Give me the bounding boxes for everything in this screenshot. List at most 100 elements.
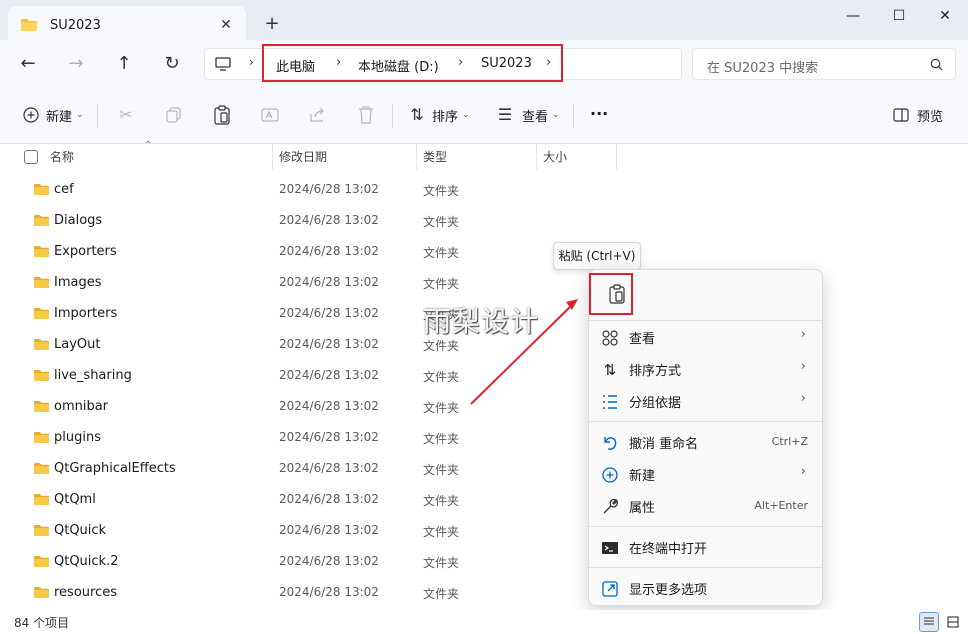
chevron-right-icon[interactable]: › [336, 55, 341, 70]
details-view-button[interactable] [919, 612, 939, 632]
tiles-view-button[interactable] [943, 612, 963, 632]
new-tab-button[interactable]: + [262, 14, 282, 34]
paste-tooltip: 粘贴 (Ctrl+V) [553, 242, 641, 270]
menu-item-open-terminal[interactable]: 在终端中打开 [589, 531, 822, 563]
divider [392, 104, 393, 128]
menu-item-sort-by[interactable]: ⇅ 排序方式 › [589, 353, 822, 385]
column-header-type[interactable]: 类型 [423, 144, 447, 170]
search-box[interactable]: 在 SU2023 中搜索 [692, 48, 956, 80]
column-header-size[interactable]: 大小 [543, 144, 567, 170]
menu-item-label: 属性 [629, 501, 656, 516]
sort-up-icon: ⌃ [144, 140, 153, 151]
folder-icon [34, 339, 49, 350]
undo-icon [604, 437, 617, 450]
column-divider[interactable] [536, 144, 537, 170]
view-label: 查看 [522, 109, 549, 125]
terminal-icon [602, 542, 618, 554]
menu-item-undo-rename[interactable]: 撤消 重命名 Ctrl+Z [589, 426, 822, 458]
paste-icon[interactable] [213, 105, 231, 125]
chevron-right-icon[interactable]: › [249, 55, 254, 69]
command-bar: 新建 ⌄ ✂ ⇅ 排序 ⌄ ☰ 查看 ⌄ ··· 预览 [0, 88, 968, 144]
tiles-view-icon [947, 616, 959, 628]
breadcrumb-this-pc[interactable]: 此电脑 [276, 56, 315, 75]
sort-button[interactable]: ⇅ 排序 ⌄ [408, 104, 469, 126]
folder-icon [34, 308, 49, 319]
tab-close-icon[interactable]: ✕ [216, 15, 236, 35]
file-date: 2024/6/28 13:02 [279, 461, 379, 475]
table-row[interactable]: cef 2024/6/28 13:02 文件夹 [0, 174, 968, 205]
file-type: 文件夹 [423, 401, 460, 415]
menu-item-group-by[interactable]: 分组依据 › [589, 385, 822, 417]
maximize-button[interactable]: ☐ [876, 4, 922, 28]
preview-label: 预览 [917, 109, 944, 125]
breadcrumb-local-disk[interactable]: 本地磁盘 (D:) [358, 56, 439, 75]
file-type: 文件夹 [423, 587, 460, 601]
more-options-button[interactable]: ··· [590, 102, 608, 124]
list-view-icon: ☰ [497, 105, 513, 124]
file-date: 2024/6/28 13:02 [279, 492, 379, 506]
menu-item-properties[interactable]: 属性 Alt+Enter [589, 490, 822, 522]
rename-icon[interactable] [261, 106, 279, 124]
column-header-date[interactable]: 修改日期 [279, 144, 327, 170]
chevron-down-icon: ⌄ [552, 110, 560, 120]
computer-icon [215, 57, 231, 71]
preview-button[interactable]: 预览 [893, 104, 943, 126]
share-icon[interactable] [309, 106, 327, 124]
file-date: 2024/6/28 13:02 [279, 182, 379, 196]
table-row[interactable]: Dialogs 2024/6/28 13:02 文件夹 [0, 205, 968, 236]
context-menu: 查看 › ⇅ 排序方式 › 分组依据 › 撤消 重命名 Ctrl+Z 新建 › … [588, 269, 823, 606]
column-divider[interactable] [616, 144, 617, 170]
close-window-button[interactable]: ✕ [922, 4, 968, 28]
file-name: Dialogs [54, 213, 103, 228]
delete-icon[interactable] [357, 105, 375, 125]
group-list-icon [603, 395, 617, 409]
select-all-checkbox[interactable] [24, 150, 38, 164]
menu-divider [589, 567, 822, 568]
minimize-button[interactable]: — [830, 4, 876, 28]
file-type: 文件夹 [423, 246, 460, 260]
file-type: 文件夹 [423, 215, 460, 229]
chevron-right-icon[interactable]: › [546, 55, 551, 70]
file-name: Importers [54, 306, 118, 321]
cut-icon[interactable]: ✂ [117, 106, 135, 124]
file-name: plugins [54, 430, 101, 445]
file-name: QtQuick [54, 523, 107, 538]
sort-icon: ⇅ [603, 361, 617, 379]
column-divider[interactable] [272, 144, 273, 170]
menu-item-show-more-options[interactable]: 显示更多选项 [589, 572, 822, 604]
back-arrow-icon[interactable]: ← [16, 52, 40, 76]
folder-icon [34, 494, 49, 505]
file-date: 2024/6/28 13:02 [279, 213, 379, 227]
refresh-icon[interactable]: ↻ [160, 52, 184, 76]
file-date: 2024/6/28 13:02 [279, 399, 379, 413]
menu-item-view[interactable]: 查看 › [589, 321, 822, 353]
menu-divider [589, 421, 822, 422]
folder-icon [34, 525, 49, 536]
tab-su2023[interactable]: SU2023 ✕ [8, 6, 246, 44]
new-button[interactable]: 新建 ⌄ [22, 104, 84, 126]
table-row[interactable]: Exporters 2024/6/28 13:02 文件夹 [0, 236, 968, 267]
column-divider[interactable] [416, 144, 417, 170]
breadcrumb-su2023[interactable]: SU2023 [481, 56, 532, 71]
file-type: 文件夹 [423, 432, 460, 446]
chevron-right-icon: › [800, 464, 806, 479]
folder-icon [21, 19, 37, 31]
menu-item-new[interactable]: 新建 › [589, 458, 822, 490]
file-date: 2024/6/28 13:02 [279, 430, 379, 444]
shortcut-label: Ctrl+Z [771, 435, 808, 448]
file-type: 文件夹 [423, 525, 460, 539]
file-name: omnibar [54, 399, 109, 414]
file-name: live_sharing [54, 368, 132, 383]
column-header-name[interactable]: 名称 [50, 144, 74, 170]
menu-item-label: 在终端中打开 [629, 542, 708, 557]
file-name: Exporters [54, 244, 117, 259]
forward-arrow-icon[interactable]: → [64, 52, 88, 76]
view-button[interactable]: ☰ 查看 ⌄ [496, 104, 560, 126]
chevron-right-icon[interactable]: › [458, 55, 463, 70]
folder-icon [34, 215, 49, 226]
file-date: 2024/6/28 13:02 [279, 275, 379, 289]
up-arrow-icon[interactable]: ↑ [112, 52, 136, 76]
menu-divider [589, 526, 822, 527]
copy-icon[interactable] [165, 106, 183, 124]
grid-icon [602, 330, 618, 346]
